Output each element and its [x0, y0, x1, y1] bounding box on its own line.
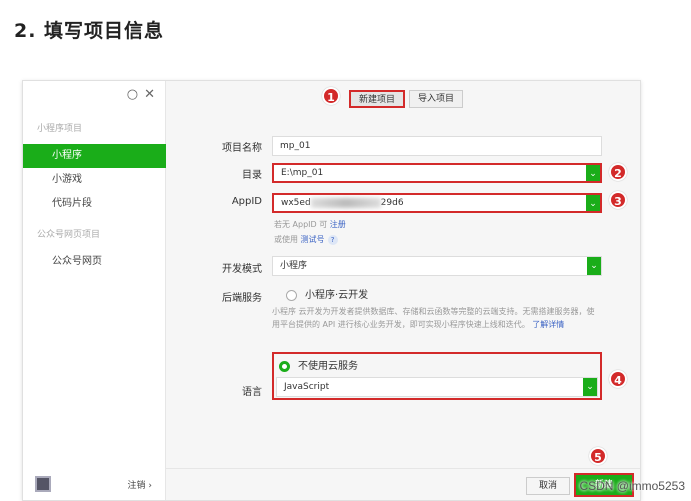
directory-select[interactable]: E:\mp_01 ⌄ — [272, 163, 602, 183]
no-cloud-option[interactable]: 不使用云服务 — [279, 357, 358, 372]
appid-label: AppID — [231, 196, 262, 207]
help-icon[interactable]: ? — [327, 235, 338, 245]
sidebar-item-snippet[interactable]: 代码片段 — [23, 192, 166, 216]
test-account-link[interactable]: 测试号 — [301, 235, 325, 244]
project-form: 新建项目 导入项目 项目名称 mp_01 目录 E:\mp_01 ⌄ AppID … — [166, 81, 640, 500]
step-badge-4: 4 — [609, 370, 627, 388]
chevron-down-icon[interactable]: ⌄ — [583, 378, 597, 396]
learn-more-link[interactable]: 了解详情 — [532, 320, 564, 329]
project-name-input[interactable]: mp_01 — [272, 136, 602, 156]
chevron-down-icon[interactable]: ⌄ — [586, 165, 600, 181]
new-project-dialog: ○ ✕ 小程序项目 小程序 小游戏 代码片段 公众号网页项目 公众号网页 注销 ›… — [22, 80, 641, 501]
project-name-value: mp_01 — [280, 141, 311, 151]
circle-icon[interactable]: ○ — [127, 87, 138, 102]
radio-cloud-dev[interactable] — [286, 289, 297, 301]
dir-label: 目录 — [242, 170, 262, 181]
name-label: 项目名称 — [222, 143, 262, 154]
group-title-web: 公众号网页项目 — [37, 230, 101, 240]
tab-new-project[interactable]: 新建项目 — [349, 90, 406, 108]
step-badge-5: 5 — [589, 447, 607, 465]
directory-value: E:\mp_01 — [281, 168, 324, 178]
cloud-dev-option[interactable]: 小程序·云开发 — [286, 286, 368, 301]
backend-description: 小程序 云开发为开发者提供数据库、存储和云函数等完整的云端支持。无需搭建服务器，… — [272, 307, 595, 329]
sidebar-item-web[interactable]: 公众号网页 — [23, 250, 166, 274]
logout-link[interactable]: 注销 › — [128, 478, 152, 491]
window-controls: ○ ✕ — [121, 87, 155, 102]
step-badge-3: 3 — [609, 191, 627, 209]
dev-mode-select[interactable]: 小程序 ⌄ — [272, 256, 602, 276]
dialog-footer: 取消 新建 — [166, 468, 640, 500]
appid-select[interactable]: wx5ed 29d6 ⌄ — [272, 193, 602, 213]
radio-no-cloud[interactable] — [279, 360, 290, 372]
cancel-button[interactable]: 取消 — [526, 477, 570, 495]
page-heading: 2. 填写项目信息 — [14, 20, 165, 42]
appid-suffix: 29d6 — [380, 198, 404, 208]
avatar[interactable] — [35, 476, 51, 492]
register-link[interactable]: 注册 — [330, 220, 346, 229]
step-badge-1: 1 — [322, 87, 340, 105]
backend-label: 后端服务 — [222, 293, 262, 304]
language-label: 语言 — [242, 387, 262, 398]
close-icon[interactable]: ✕ — [144, 87, 155, 102]
watermark: CSDN @immo5253 — [579, 479, 685, 493]
sidebar-item-miniprogram[interactable]: 小程序 — [23, 144, 166, 168]
dev-mode-value: 小程序 — [280, 261, 308, 271]
group-title-miniprogram: 小程序项目 — [37, 124, 83, 134]
chevron-down-icon[interactable]: ⌄ — [586, 195, 600, 211]
appid-hint-test: 或使用 测试号? — [274, 234, 338, 245]
mode-label: 开发模式 — [222, 264, 262, 275]
language-select[interactable]: JavaScript ⌄ — [276, 377, 598, 397]
appid-redacted — [310, 197, 381, 208]
language-value: JavaScript — [284, 382, 330, 392]
chevron-down-icon[interactable]: ⌄ — [587, 257, 601, 275]
sidebar-footer: 注销 › — [23, 468, 166, 500]
sidebar: ○ ✕ 小程序项目 小程序 小游戏 代码片段 公众号网页项目 公众号网页 注销 › — [23, 81, 166, 500]
tab-import-project[interactable]: 导入项目 — [409, 90, 464, 108]
appid-prefix: wx5ed — [281, 198, 311, 208]
step-badge-2: 2 — [609, 163, 627, 181]
sidebar-item-minigame[interactable]: 小游戏 — [23, 168, 166, 192]
appid-hint-register: 若无 AppID 可 注册 — [274, 220, 346, 229]
